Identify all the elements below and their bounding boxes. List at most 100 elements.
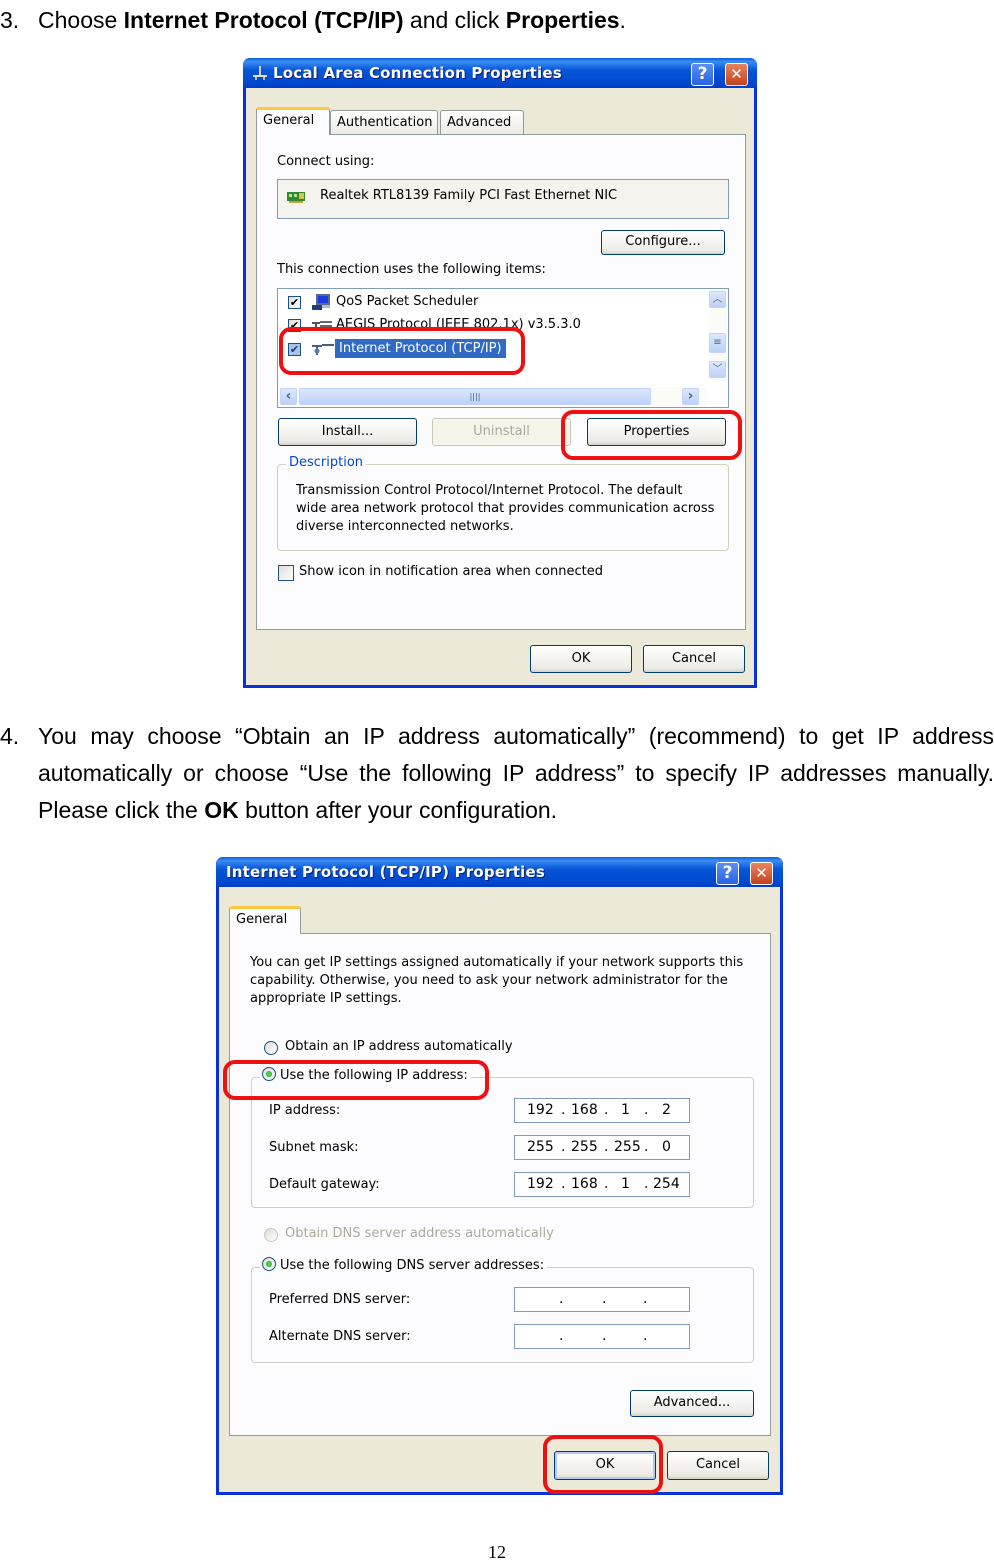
local-area-connection-dialog: Local Area Connection Properties ? ✕ Gen…: [243, 58, 757, 688]
tab-general[interactable]: General: [229, 906, 301, 934]
use-following-ip-label: Use the following IP address:: [280, 1068, 468, 1083]
cancel-button[interactable]: Cancel: [643, 645, 745, 673]
use-following-ip-option[interactable]: Use the following IP address:: [260, 1067, 471, 1083]
tcpip-properties-dialog: Internet Protocol (TCP/IP) Properties ? …: [216, 857, 783, 1495]
description-group: Description Transmission Control Protoco…: [277, 455, 729, 551]
button-label: Cancel: [695, 1457, 741, 1472]
octet-separator: .: [643, 1291, 648, 1307]
close-button[interactable]: ✕: [750, 862, 773, 885]
subnet-mask-input[interactable]: 255. 255. 255. 0: [514, 1135, 690, 1160]
chevron-left-icon: ‹: [285, 388, 292, 404]
octet-separator: .: [643, 1328, 648, 1344]
octet-separator: .: [644, 1102, 649, 1118]
close-icon: ✕: [730, 65, 743, 83]
tab-label: General: [236, 912, 288, 927]
button-label: OK: [595, 1457, 615, 1472]
default-gateway-input[interactable]: 192. 168. 1. 254: [514, 1172, 690, 1197]
help-button[interactable]: ?: [691, 63, 714, 86]
close-button[interactable]: ✕: [725, 63, 748, 86]
list-item[interactable]: ✔ QoS Packet Scheduler: [288, 293, 688, 313]
item-checkbox[interactable]: ✔: [288, 343, 301, 356]
button-label: Uninstall: [473, 424, 530, 439]
use-following-ip-radio[interactable]: [262, 1067, 276, 1081]
use-following-dns-option[interactable]: Use the following DNS server addresses:: [260, 1257, 548, 1273]
list-item-selected[interactable]: ✔ Internet Protocol (TCP/IP): [288, 339, 708, 361]
close-icon: ✕: [755, 864, 768, 882]
scroll-thumb[interactable]: ≡: [709, 333, 726, 353]
step-number: 3.: [0, 7, 20, 33]
ip-address-label: IP address:: [269, 1103, 341, 1118]
title-bar[interactable]: Local Area Connection Properties ? ✕: [243, 58, 757, 88]
use-following-dns-radio[interactable]: [262, 1257, 276, 1271]
scroll-down-button[interactable]: ﹀: [709, 361, 726, 378]
scroll-left-button[interactable]: ‹: [280, 388, 297, 405]
page-number: 12: [488, 1542, 506, 1562]
octet: 255: [614, 1139, 641, 1155]
ok-button[interactable]: OK: [554, 1451, 656, 1480]
octet-separator: .: [559, 1291, 564, 1307]
general-tab-panel: Connect using: Realtek RTL8139 Family PC…: [256, 134, 746, 630]
connect-using-label: Connect using:: [277, 154, 375, 169]
properties-button[interactable]: Properties: [587, 418, 726, 446]
radio-selected-dot: [266, 1071, 272, 1077]
item-checkbox[interactable]: ✔: [288, 296, 301, 309]
button-label: Install...: [321, 424, 374, 439]
horizontal-scrollbar[interactable]: ‹ |||| ›: [279, 387, 707, 406]
text: button after your configuration.: [238, 797, 558, 823]
item-label: AEGIS Protocol (IEEE 802.1x) v3.5.3.0: [336, 317, 581, 332]
button-label: OK: [571, 651, 591, 666]
octet: 255: [527, 1139, 554, 1155]
obtain-ip-auto-radio[interactable]: [264, 1041, 278, 1055]
step-4-instruction: 4. You may choose “Obtain an IP address …: [0, 718, 994, 829]
tab-general[interactable]: General: [256, 107, 330, 135]
list-item[interactable]: ✔ AEGIS Protocol (IEEE 802.1x) v3.5.3.0: [288, 316, 708, 336]
octet: 255: [571, 1139, 598, 1155]
help-icon: ?: [722, 863, 733, 883]
octet-separator: .: [561, 1102, 566, 1118]
advanced-button[interactable]: Advanced...: [630, 1390, 754, 1417]
uninstall-button[interactable]: Uninstall: [432, 418, 571, 446]
description-text: Transmission Control Protocol/Internet P…: [296, 483, 715, 534]
octet: 254: [653, 1176, 680, 1192]
obtain-dns-auto-radio[interactable]: [264, 1228, 278, 1242]
configure-button[interactable]: Configure...: [601, 230, 725, 255]
show-icon-checkbox[interactable]: [278, 565, 294, 581]
scroll-up-button[interactable]: ︿: [709, 291, 726, 308]
cancel-button[interactable]: Cancel: [667, 1451, 769, 1480]
intro-text: You can get IP settings assigned automat…: [250, 955, 744, 1006]
preferred-dns-input[interactable]: ...: [514, 1287, 690, 1312]
octet: 2: [662, 1102, 671, 1118]
chevron-up-icon: ︿: [712, 294, 723, 305]
octet-separator: .: [602, 1328, 607, 1344]
tab-authentication[interactable]: Authentication: [330, 110, 438, 134]
ok-button[interactable]: OK: [530, 645, 632, 673]
title-bar[interactable]: Internet Protocol (TCP/IP) Properties ? …: [216, 857, 783, 887]
tab-advanced[interactable]: Advanced: [440, 110, 524, 134]
network-adapter-icon: [287, 192, 305, 203]
ip-address-input[interactable]: 192. 168. 1. 2: [514, 1098, 690, 1123]
qos-scheduler-icon: [312, 294, 330, 310]
scroll-thumb[interactable]: ||||: [299, 388, 651, 405]
network-connection-icon: [253, 66, 267, 80]
check-icon: ✔: [289, 343, 300, 356]
text: .: [619, 7, 626, 33]
octet: 168: [571, 1176, 598, 1192]
help-button[interactable]: ?: [716, 862, 739, 885]
components-list: ✔ QoS Packet Scheduler ✔ AEGIS Protocol …: [277, 288, 729, 408]
install-button[interactable]: Install...: [278, 418, 417, 446]
step-number: 4.: [0, 723, 20, 749]
octet: 192: [527, 1102, 554, 1118]
item-checkbox[interactable]: ✔: [288, 319, 301, 332]
bold-text: Properties: [505, 7, 620, 33]
tab-label: General: [263, 113, 315, 128]
static-dns-group: Use the following DNS server addresses: …: [251, 1257, 754, 1363]
octet-separator: .: [561, 1176, 566, 1192]
vertical-scrollbar[interactable]: ︿ ≡ ﹀: [708, 290, 727, 382]
check-icon: ✔: [289, 319, 300, 332]
adapter-box: Realtek RTL8139 Family PCI Fast Ethernet…: [277, 179, 729, 219]
text: and click: [403, 7, 506, 33]
obtain-ip-auto-label: Obtain an IP address automatically: [285, 1039, 513, 1054]
alternate-dns-input[interactable]: ...: [514, 1324, 690, 1349]
octet-separator: .: [604, 1102, 609, 1118]
scroll-right-button[interactable]: ›: [682, 388, 699, 405]
